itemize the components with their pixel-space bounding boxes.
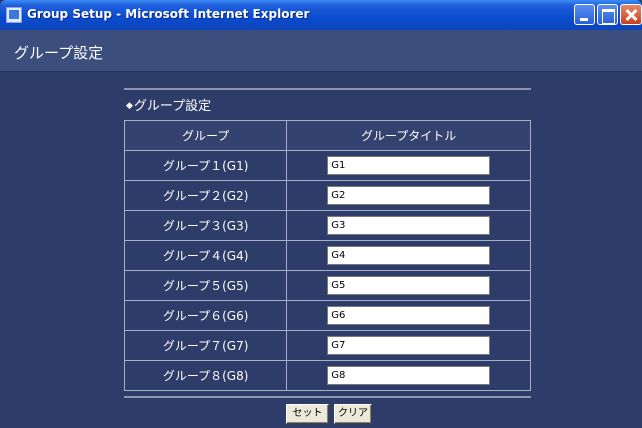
minimize-icon[interactable]: [574, 4, 595, 25]
group-label: グループ３(G3): [123, 210, 288, 241]
maximize-icon[interactable]: [597, 4, 618, 25]
group-title-input-g6[interactable]: [327, 306, 491, 325]
diamond-bullet-icon: ◆: [126, 101, 133, 111]
table-row: グループ１(G1): [123, 150, 531, 181]
table-row: グループ５(G5): [123, 270, 531, 301]
group-title-input-g5[interactable]: [327, 276, 491, 295]
group-table: グループ グループタイトル グループ１(G1) グループ２(G2) グループ３(…: [123, 120, 531, 391]
close-icon[interactable]: [620, 4, 642, 25]
group-title-input-g4[interactable]: [327, 246, 491, 265]
group-title-input-g8[interactable]: [327, 366, 491, 385]
group-label: グループ１(G1): [123, 150, 288, 181]
top-divider: [124, 88, 531, 90]
group-title-input-g1[interactable]: [327, 156, 491, 175]
table-row: グループ７(G7): [123, 330, 531, 361]
bottom-divider: [124, 396, 531, 398]
table-row: グループ８(G8): [123, 360, 531, 391]
table-row: グループ３(G3): [123, 210, 531, 241]
page-title: グループ設定: [14, 44, 104, 62]
group-label: グループ８(G8): [123, 360, 288, 391]
set-button[interactable]: セット: [286, 404, 329, 424]
window-title: Group Setup - Microsoft Internet Explore…: [27, 7, 310, 21]
section-title: ◆グループ設定: [126, 95, 211, 114]
clear-button[interactable]: クリア: [334, 404, 372, 424]
column-header-group: グループ: [123, 120, 288, 151]
column-header-group-title: グループタイトル: [286, 120, 531, 151]
group-label: グループ６(G6): [123, 300, 288, 331]
table-row: グループ２(G2): [123, 180, 531, 211]
table-row: グループ６(G6): [123, 300, 531, 331]
group-label: グループ４(G4): [123, 240, 288, 271]
section-title-text: グループ設定: [133, 99, 212, 114]
group-title-input-g7[interactable]: [327, 336, 491, 355]
window-titlebar[interactable]: Group Setup - Microsoft Internet Explore…: [0, 0, 642, 30]
group-title-input-g3[interactable]: [327, 216, 491, 235]
ie-page-icon[interactable]: [6, 7, 22, 23]
table-row: グループ４(G4): [123, 240, 531, 271]
group-label: グループ２(G2): [123, 180, 288, 211]
table-header-row: グループ グループタイトル: [123, 120, 531, 151]
group-label: グループ７(G7): [123, 330, 288, 361]
group-title-input-g2[interactable]: [327, 186, 491, 205]
group-label: グループ５(G5): [123, 270, 288, 301]
page-header: グループ設定: [0, 30, 642, 72]
